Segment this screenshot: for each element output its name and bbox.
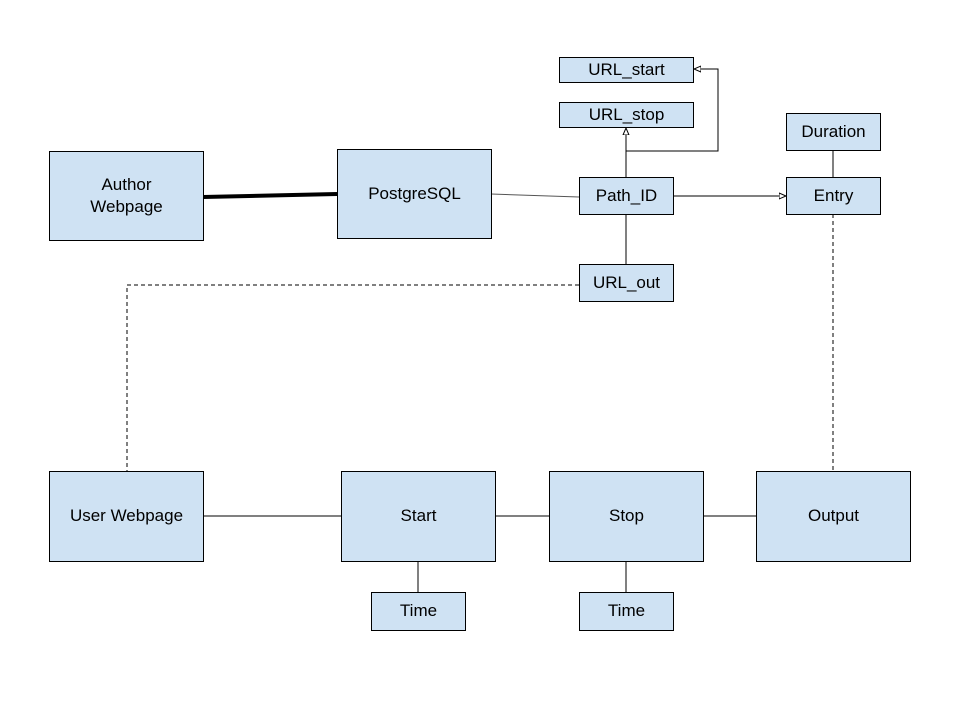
diagram-canvas: Author Webpage PostgreSQL URL_start URL_… xyxy=(0,0,960,720)
node-output: Output xyxy=(756,471,911,562)
node-start: Start xyxy=(341,471,496,562)
node-stop-time: Time xyxy=(579,592,674,631)
node-path-id: Path_ID xyxy=(579,177,674,215)
urlout-user-dashed-edge xyxy=(126,284,579,471)
node-start-time: Time xyxy=(371,592,466,631)
connectors xyxy=(126,0,834,592)
node-postgresql: PostgreSQL xyxy=(337,149,492,239)
node-stop: Stop xyxy=(549,471,704,562)
node-url-start: URL_start xyxy=(559,57,694,83)
node-entry: Entry xyxy=(786,177,881,215)
node-duration: Duration xyxy=(786,113,881,151)
author-postgres-edge xyxy=(202,192,338,199)
node-url-stop: URL_stop xyxy=(559,102,694,128)
node-url-out: URL_out xyxy=(579,264,674,302)
postgres-pathid-edge xyxy=(490,193,580,198)
node-author-webpage: Author Webpage xyxy=(49,151,204,241)
node-user-webpage: User Webpage xyxy=(49,471,204,562)
